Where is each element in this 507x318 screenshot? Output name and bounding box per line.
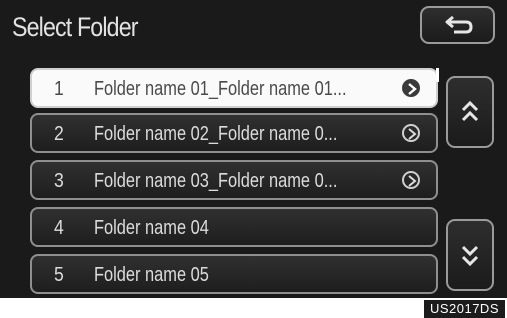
folder-number: 5: [54, 264, 64, 286]
folder-name: Folder name 05: [94, 264, 209, 286]
figure-code-label: US2017DS: [423, 300, 505, 318]
double-chevron-up-icon: [461, 100, 479, 122]
return-arrow-icon: [445, 15, 473, 34]
folder-number: 2: [54, 123, 64, 145]
folder-row-1[interactable]: 1 Folder name 01_Folder name 01...: [30, 68, 438, 108]
double-chevron-down-icon: [461, 245, 479, 267]
folder-row-4[interactable]: 4 Folder name 04: [30, 207, 438, 247]
chevron-right-icon[interactable]: [402, 79, 420, 97]
folder-select-screen: Select Folder 1 Folder name 01_Folder na…: [0, 0, 507, 298]
back-button[interactable]: [420, 6, 495, 44]
folder-number: 3: [54, 170, 64, 192]
chevron-right-icon[interactable]: [402, 124, 420, 142]
chevron-right-icon[interactable]: [402, 171, 420, 189]
scrollbar-thumb[interactable]: [436, 68, 439, 82]
scroll-down-button[interactable]: [446, 219, 494, 291]
scroll-up-button[interactable]: [446, 76, 494, 148]
page-title: Select Folder: [12, 12, 138, 42]
folder-name: Folder name 04: [94, 217, 209, 239]
folder-number: 4: [54, 217, 64, 239]
folder-name: Folder name 02_Folder name 0...: [94, 123, 338, 145]
folder-number: 1: [54, 78, 64, 100]
folder-row-5[interactable]: 5 Folder name 05: [30, 254, 438, 294]
folder-name: Folder name 01_Folder name 01...: [94, 78, 347, 100]
folder-row-2[interactable]: 2 Folder name 02_Folder name 0...: [30, 113, 438, 153]
folder-name: Folder name 03_Folder name 0...: [94, 170, 338, 192]
folder-row-3[interactable]: 3 Folder name 03_Folder name 0...: [30, 160, 438, 200]
